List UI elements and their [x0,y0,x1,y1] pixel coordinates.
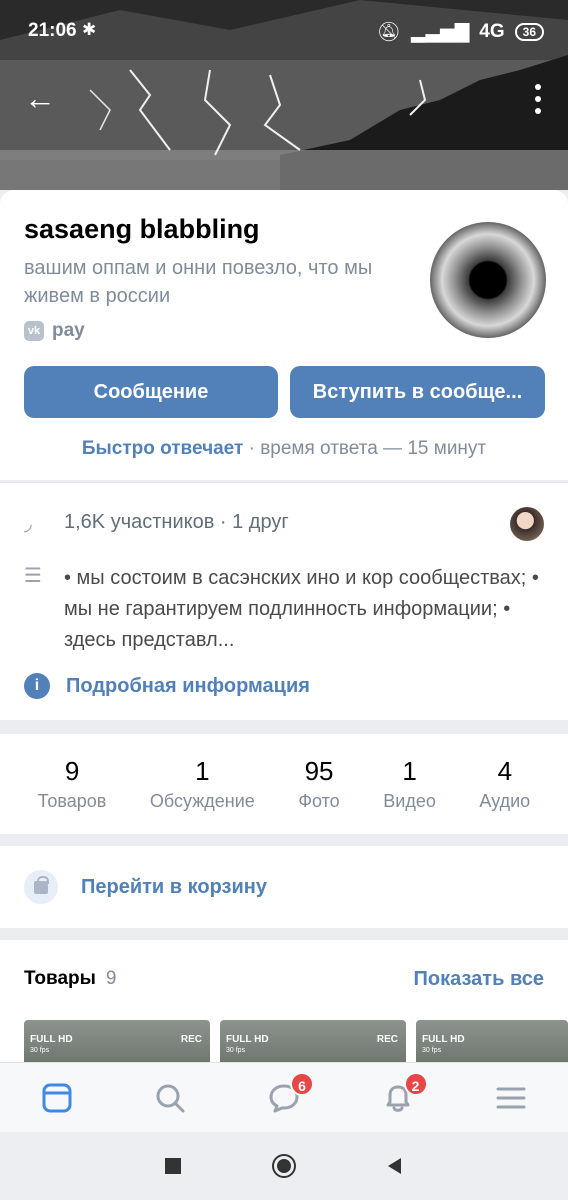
counter-value: 4 [497,756,513,786]
thumb-hd-label: FULL HD [30,1034,73,1045]
counter-value: 1 [195,756,210,786]
more-dot-icon [535,84,541,90]
group-name: sasaeng blabbling [24,214,260,244]
bottom-navigation: 6 2 [0,1062,568,1132]
members-row[interactable]: ◞ 1,6K участников · 1 друг [24,511,289,536]
search-icon [156,1084,185,1112]
thumb-rec-label: REC [376,1034,398,1045]
more-options-button[interactable] [530,84,546,114]
cart-link[interactable]: Перейти в корзину [81,876,267,899]
group-info: ◞ 1,6K участников · 1 друг ☰ • мы состои… [0,482,568,720]
messages-badge: 6 [289,1071,314,1096]
text-lines-icon: ☰ [24,565,42,587]
counter-value: 95 [304,756,334,786]
hamburger-menu-icon [496,1087,526,1108]
counter-value: 1 [402,756,417,786]
counter-value: 9 [64,756,80,786]
cart-row[interactable]: Перейти в корзину [0,846,568,928]
group-cover: 21:06 ✱ 🔕︎ ▂▃▅▇ 4G 36 ← [0,0,568,190]
group-header: sasaeng blabbling вашим оппам и онни пов… [0,190,568,480]
group-description: • мы состоим в сасэнских ино и кор сообщ… [64,567,539,651]
products-title: Товары 9 [24,968,116,990]
signal-icon: ▂▃▅▇ [410,21,470,43]
counter-label: Обсуждение [149,791,255,811]
nav-home[interactable] [39,1080,75,1116]
members-count: 1,6K участников · 1 друг [64,511,289,533]
mute-icon: 🔕︎ [376,22,401,43]
products-section: Товары 9 Показать все FULL HD 30 fps REC … [0,940,568,1064]
thumb-fps-label: 30 fps [226,1047,246,1054]
product-thumbnail[interactable]: FULL HD 30 fps REC [24,1020,210,1064]
nav-menu[interactable] [493,1080,529,1116]
status-time: 21:06 [28,20,77,41]
fast-response-label: Быстро отвечает [81,438,244,459]
status-bar: 21:06 ✱ 🔕︎ ▂▃▅▇ 4G 36 [0,0,568,62]
response-time: Быстро отвечает · время ответа — 15 мину… [0,438,568,460]
message-button[interactable]: Сообщение [24,366,278,418]
thumb-rec-label: REC [180,1034,202,1045]
response-time-text: · время ответа — 15 минут [248,438,487,459]
recent-apps-button[interactable] [163,1156,183,1176]
counters: 9 Товаров 1 Обсуждение 95 Фото 1 Видео 4… [0,734,568,834]
nav-notifications[interactable]: 2 [380,1071,428,1116]
more-dot-icon [535,96,541,102]
bluetooth-icon: ✱ [82,20,97,39]
counter-label: Фото [298,791,340,811]
rss-icon: ◞ [24,513,32,535]
counter-products[interactable]: 9 Товаров [38,734,107,834]
notifications-badge: 2 [403,1071,428,1096]
network-type: 4G [479,21,505,42]
products-count: 9 [105,968,117,989]
counter-label: Товаров [37,791,107,811]
vk-pay-label: pay [52,320,85,341]
thumb-fps-label: 30 fps [422,1047,442,1054]
status-indicators: 🔕︎ ▂▃▅▇ 4G 36 [377,20,544,44]
system-navigation [0,1132,568,1200]
products-title-label: Товары [24,968,96,989]
thumb-hd-label: FULL HD [226,1034,269,1045]
counter-label: Аудио [479,791,531,811]
home-button[interactable] [271,1153,297,1179]
thumb-hd-label: FULL HD [422,1034,465,1045]
vk-pay-badge[interactable]: vk pay [24,320,85,342]
details-row[interactable]: i Подробная информация [24,673,310,699]
details-link[interactable]: Подробная информация [66,675,310,698]
info-icon: i [24,673,50,699]
counter-audio[interactable]: 4 Аудио [479,734,530,834]
group-avatar[interactable] [430,222,546,338]
nav-search[interactable] [152,1080,188,1116]
arrow-left-icon: ← [24,80,56,116]
product-thumbnail[interactable]: FULL HD 30 fps REC [220,1020,406,1064]
back-button[interactable]: ← [24,80,60,116]
nav-messages[interactable]: 6 [266,1071,314,1116]
battery-icon: 36 [514,23,544,41]
counter-discussions[interactable]: 1 Обсуждение [150,734,255,834]
vk-logo-icon: vk [24,321,44,341]
counter-photos[interactable]: 95 Фото [298,734,339,834]
product-thumbnail[interactable]: FULL HD 30 fps [416,1020,568,1064]
system-back-button[interactable] [385,1156,405,1176]
thumb-fps-label: 30 fps [30,1047,50,1054]
shopping-bag-icon [24,870,58,904]
counter-videos[interactable]: 1 Видео [383,734,436,834]
counter-label: Видео [383,791,436,811]
newsfeed-icon [42,1083,72,1112]
show-all-link[interactable]: Показать все [414,968,544,991]
group-status: вашим оппам и онни повезло, что мы живем… [24,257,373,307]
friend-avatar[interactable] [510,507,544,541]
more-dot-icon [535,108,541,114]
description-row[interactable]: ☰ • мы состоим в сасэнских ино и кор соо… [24,563,544,656]
join-group-button[interactable]: Вступить в сообще... [290,366,545,418]
